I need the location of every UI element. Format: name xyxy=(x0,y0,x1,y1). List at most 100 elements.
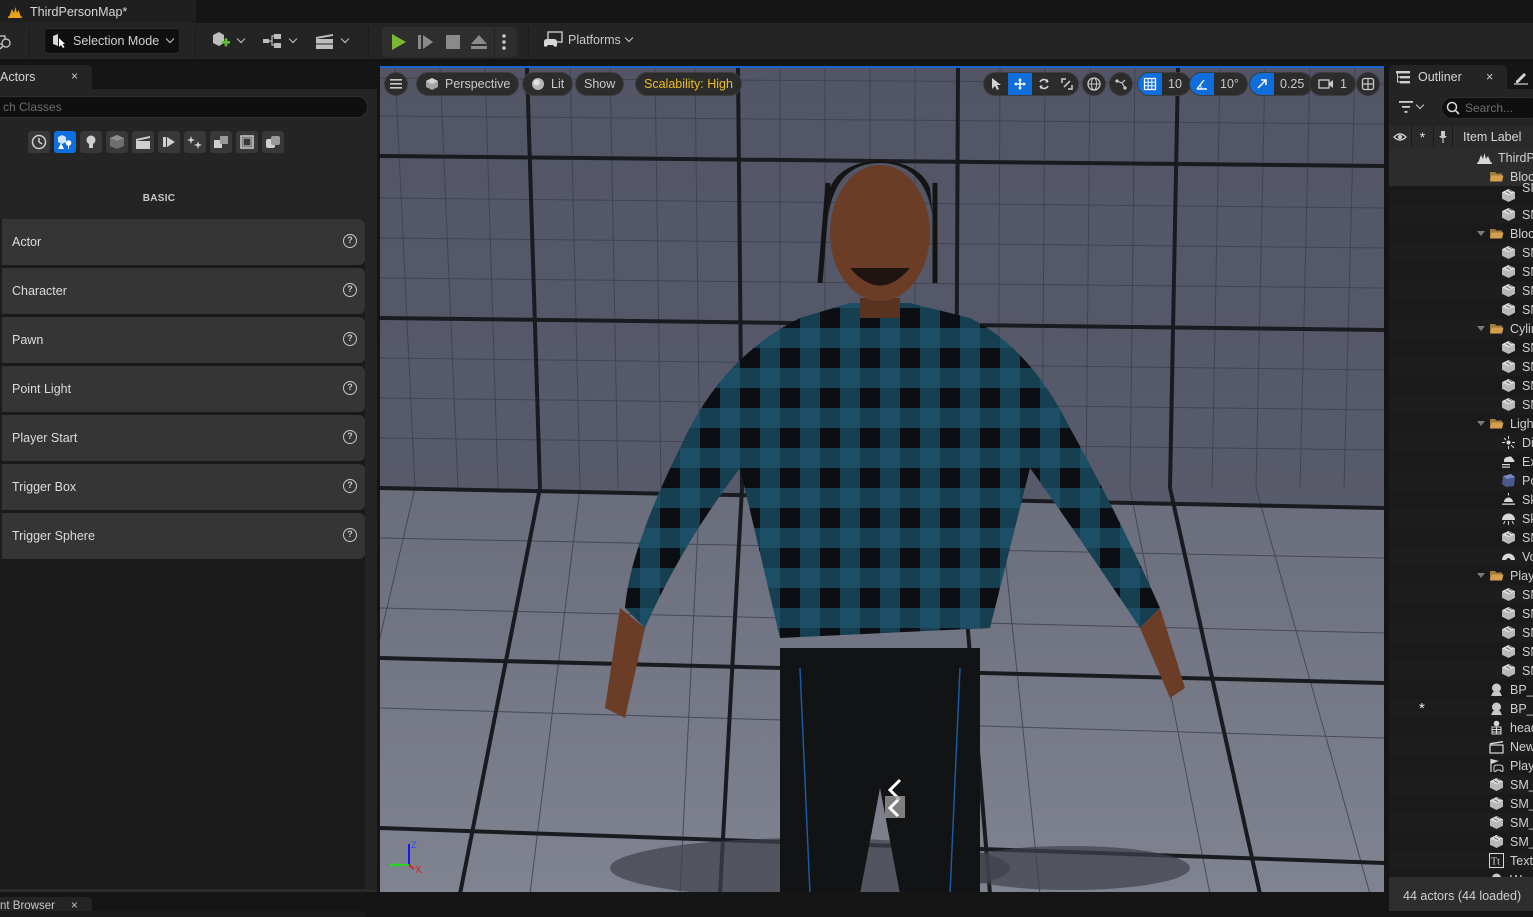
expand-arrow-icon[interactable] xyxy=(1477,326,1485,331)
outliner-item-row[interactable]: Tt Text xyxy=(1389,851,1533,870)
actor-item-player-start[interactable]: Player Start? xyxy=(0,415,365,461)
platforms-dropdown[interactable]: Platforms xyxy=(543,31,634,49)
stop-icon[interactable] xyxy=(444,33,462,51)
filter-dropdown[interactable] xyxy=(1399,100,1425,113)
outliner-item-row[interactable]: Vo xyxy=(1389,547,1533,566)
help-icon[interactable]: ? xyxy=(343,283,357,297)
favorite-column[interactable]: * xyxy=(1412,126,1434,148)
help-icon[interactable]: ? xyxy=(343,430,357,444)
category-visual-effects[interactable] xyxy=(158,131,180,153)
actor-item-trigger-box[interactable]: Trigger Box? xyxy=(0,464,365,510)
outliner-item-row[interactable]: SM xyxy=(1389,262,1533,281)
browse-level-icon[interactable] xyxy=(0,34,14,52)
grid-snap-toggle[interactable] xyxy=(1138,73,1162,95)
outliner-item-row[interactable]: Wor xyxy=(1389,870,1533,877)
outliner-item-row[interactable]: SM xyxy=(1389,661,1533,680)
favorite-star-icon[interactable]: * xyxy=(1419,700,1425,717)
outliner-item-row[interactable]: SM xyxy=(1389,623,1533,642)
outliner-item-row[interactable]: Sk xyxy=(1389,490,1533,509)
outliner-tab[interactable]: Outliner × xyxy=(1389,65,1507,89)
more-options-icon[interactable] xyxy=(501,33,507,51)
close-icon[interactable]: × xyxy=(71,897,78,911)
category-lights[interactable] xyxy=(80,131,102,153)
outliner-item-row[interactable]: SM xyxy=(1389,528,1533,547)
actor-item-trigger-sphere[interactable]: Trigger Sphere? xyxy=(0,513,365,559)
advance-frame-icon[interactable] xyxy=(417,33,435,51)
outliner-item-row[interactable]: SM xyxy=(1389,281,1533,300)
close-icon[interactable]: × xyxy=(71,69,78,83)
expand-arrow-icon[interactable] xyxy=(1477,231,1485,236)
outliner-item-row[interactable]: Sk xyxy=(1389,509,1533,528)
help-icon[interactable]: ? xyxy=(343,381,357,395)
outliner-folder-row[interactable]: Play xyxy=(1389,566,1533,585)
expand-arrow-icon[interactable] xyxy=(1477,421,1485,426)
viewport-layout-button[interactable] xyxy=(1356,72,1380,96)
visibility-column[interactable] xyxy=(1389,126,1412,148)
outliner-item-row[interactable]: Po xyxy=(1389,471,1533,490)
outliner-item-row[interactable]: New xyxy=(1389,737,1533,756)
outliner-item-row[interactable]: SM xyxy=(1389,604,1533,623)
edit-icon[interactable] xyxy=(1513,69,1529,85)
scale-snap-toggle[interactable] xyxy=(1250,73,1274,95)
outliner-item-row[interactable]: Ex xyxy=(1389,452,1533,471)
outliner-item-row[interactable]: SM xyxy=(1389,357,1533,376)
blueprints-button[interactable] xyxy=(262,31,298,51)
pin-column[interactable] xyxy=(1434,126,1453,148)
eject-icon[interactable] xyxy=(470,33,488,51)
level-viewport[interactable]: Perspective Lit Show Scalability: High 1… xyxy=(380,66,1384,892)
close-icon[interactable]: × xyxy=(1486,70,1493,84)
actor-item-point-light[interactable]: Point Light? xyxy=(0,366,365,412)
perspective-dropdown[interactable]: Perspective xyxy=(416,72,520,96)
category-shapes[interactable] xyxy=(106,131,128,153)
add-actor-button[interactable] xyxy=(210,31,246,51)
place-actors-tab[interactable]: Actors × xyxy=(0,65,92,89)
outliner-item-row[interactable]: SM xyxy=(1389,642,1533,661)
outliner-item-row[interactable]: Di xyxy=(1389,433,1533,452)
view-mode-dropdown[interactable]: Lit xyxy=(522,72,574,96)
outliner-item-row[interactable]: SM_ xyxy=(1389,832,1533,851)
rotation-snap-toggle[interactable] xyxy=(1190,73,1214,95)
outliner-item-row[interactable]: Play xyxy=(1389,756,1533,775)
item-label-column[interactable]: Item Label xyxy=(1453,126,1533,148)
surface-snapping-button[interactable] xyxy=(1109,72,1133,96)
cinematics-button[interactable] xyxy=(314,31,350,51)
category-volumes[interactable] xyxy=(184,131,206,153)
selection-mode-dropdown[interactable]: Selection Mode xyxy=(44,28,180,54)
actor-item-pawn[interactable]: Pawn? xyxy=(0,317,365,363)
expand-arrow-icon[interactable] xyxy=(1477,573,1485,578)
outliner-item-row[interactable]: SM xyxy=(1389,338,1533,357)
help-icon[interactable]: ? xyxy=(343,234,357,248)
outliner-item-row[interactable]: SM_ xyxy=(1389,775,1533,794)
help-icon[interactable]: ? xyxy=(343,332,357,346)
camera-speed-control[interactable]: 1 xyxy=(1309,72,1356,96)
rotate-tool[interactable] xyxy=(1032,73,1056,95)
content-browser-tab[interactable]: nt Browser × xyxy=(0,897,92,911)
grid-snap-control[interactable]: 10 xyxy=(1137,72,1191,96)
outliner-folder-row[interactable]: Light xyxy=(1389,414,1533,433)
outliner-item-row[interactable]: head xyxy=(1389,718,1533,737)
outliner-item-row[interactable]: * BP_ xyxy=(1389,699,1533,718)
scale-tool[interactable] xyxy=(1056,73,1078,95)
outliner-item-row[interactable]: SM xyxy=(1389,585,1533,604)
category-cinematic[interactable] xyxy=(132,131,154,153)
scalability-warning[interactable]: Scalability: High xyxy=(635,72,742,96)
translate-tool[interactable] xyxy=(1008,73,1032,95)
outliner-item-row[interactable]: SI xyxy=(1389,181,1533,205)
outliner-item-row[interactable]: SM_ xyxy=(1389,794,1533,813)
help-icon[interactable]: ? xyxy=(343,479,357,493)
category-geometry[interactable] xyxy=(210,131,232,153)
category-all-classes[interactable] xyxy=(236,131,258,153)
show-dropdown[interactable]: Show xyxy=(575,72,625,96)
rotation-snap-control[interactable]: 10° xyxy=(1189,72,1248,96)
outliner-item-row[interactable]: SM xyxy=(1389,300,1533,319)
scale-snap-control[interactable]: 0.25 xyxy=(1249,72,1314,96)
play-icon[interactable] xyxy=(390,33,408,51)
map-tab[interactable]: ThirdPersonMap* xyxy=(0,0,196,23)
outliner-item-row[interactable]: ThirdP xyxy=(1389,148,1533,167)
actor-item-actor[interactable]: Actor? xyxy=(0,219,365,265)
select-tool[interactable] xyxy=(984,73,1008,95)
outliner-item-row[interactable]: BP_ xyxy=(1389,680,1533,699)
outliner-folder-row[interactable]: Bloc xyxy=(1389,224,1533,243)
category-recent[interactable] xyxy=(28,131,50,153)
outliner-folder-row[interactable]: Bloc xyxy=(1389,167,1533,186)
